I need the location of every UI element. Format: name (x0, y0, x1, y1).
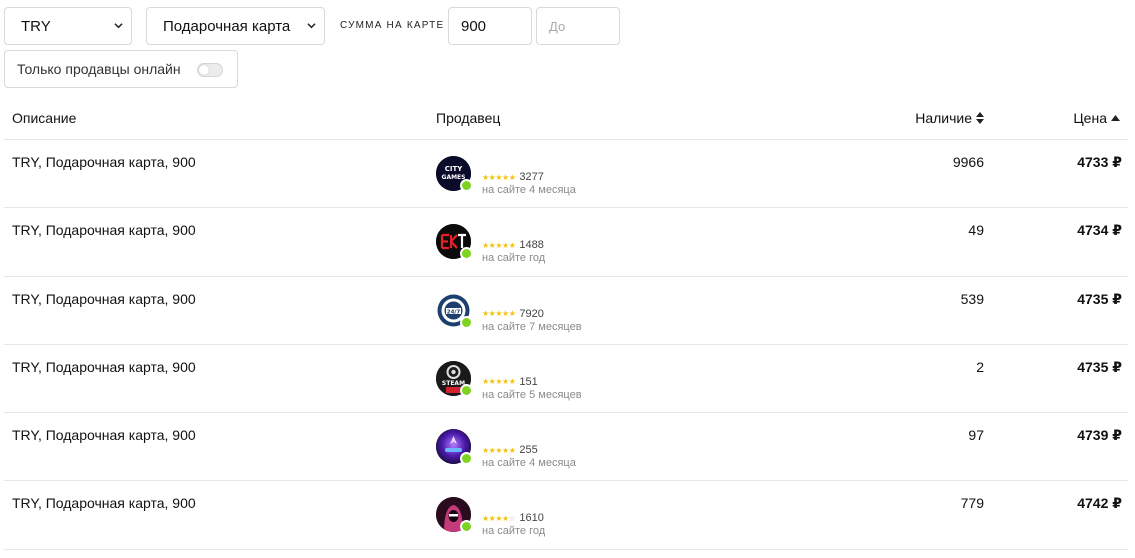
offer-description: TRY, Подарочная карта, 900 (12, 427, 196, 444)
offer-description: TRY, Подарочная карта, 900 (12, 154, 196, 170)
sort-ascending-icon[interactable] (1111, 115, 1120, 121)
table-row[interactable]: TRY, Подарочная карта, 900 STEAM ★★★★★ 1… (4, 345, 1128, 414)
svg-text:24/7: 24/7 (447, 309, 461, 315)
column-header-price-label: Цена (1073, 110, 1107, 126)
chevron-down-icon (307, 23, 316, 29)
stock-value: 49 (968, 222, 984, 239)
stock-value: 2 (976, 358, 984, 375)
online-status-dot (460, 179, 473, 192)
online-sellers-toggle[interactable] (197, 63, 223, 77)
seller-info[interactable]: 24/7 ★★★★★ 7920 на сайте 7 месяцев (436, 292, 636, 333)
stock-value: 539 (960, 290, 984, 307)
seller-since: на сайте год (482, 252, 546, 265)
online-status-dot (460, 383, 473, 397)
star-rating-icon: ★★★★★ (482, 377, 516, 387)
offer-description: TRY, Подарочная карта, 900 (12, 222, 196, 239)
seller-since: на сайте 7 месяцев (482, 320, 582, 333)
seller-since: на сайте 4 месяца (482, 184, 576, 196)
table-row[interactable]: TRY, Подарочная карта, 900 ★★★★☆ 1610 на… (4, 481, 1128, 550)
column-header-seller: Продавец (436, 110, 500, 126)
price-value: 4734 ₽ (1077, 222, 1122, 239)
currency-select[interactable]: TRY (4, 7, 132, 45)
currency-select-value: TRY (21, 17, 51, 35)
online-sellers-label: Только продавцы онлайн (17, 61, 181, 77)
column-header-stock[interactable]: Наличие (915, 110, 984, 126)
offer-description: TRY, Подарочная карта, 900 (12, 358, 196, 375)
column-header-stock-label: Наличие (915, 110, 972, 126)
price-value: 4733 ₽ (1077, 154, 1122, 170)
stock-value: 9966 (952, 154, 984, 170)
offer-description: TRY, Подарочная карта, 900 (12, 290, 196, 307)
online-sellers-filter[interactable]: Только продавцы онлайн (4, 50, 238, 88)
star-rating-icon: ★★★★★ (482, 445, 516, 455)
column-header-seller-label: Продавец (436, 110, 501, 126)
seller-info[interactable]: ★★★★★ 255 на сайте 4 месяца (436, 429, 636, 469)
price-value: 4735 ₽ (1077, 358, 1122, 375)
price-value: 4735 ₽ (1077, 290, 1122, 307)
column-header-description-label: Описание (12, 110, 77, 126)
table-row[interactable]: TRY, Подарочная карта, 900 24/7 ★★★★★ 79… (4, 277, 1128, 345)
seller-rating: ★★★★★ 3277 (482, 171, 544, 183)
online-status-dot (460, 315, 473, 329)
seller-rating: ★★★★★ 255 (482, 444, 538, 456)
seller-since: на сайте 5 месяцев (482, 388, 582, 401)
star-rating-icon: ★★★★★ (482, 240, 516, 250)
offer-description: TRY, Подарочная карта, 900 (12, 495, 196, 512)
reviews-count: 1610 (519, 512, 544, 525)
price-value: 4742 ₽ (1077, 495, 1122, 512)
online-status-dot (460, 247, 473, 261)
stock-value: 97 (968, 427, 984, 444)
seller-info[interactable]: ★★★★☆ 1610 на сайте год (436, 497, 636, 537)
seller-rating: ★★★★☆ 1610 (482, 512, 544, 524)
reviews-count: 7920 (519, 307, 544, 320)
offers-table: Описание Продавец Наличие Цена TRY, Пода… (4, 100, 1128, 550)
sum-to-input[interactable] (536, 7, 620, 45)
seller-info[interactable]: CITY GAMES ★★★★★ 3277 на сайте 4 месяца (436, 156, 636, 196)
table-row[interactable]: TRY, Подарочная карта, 900 CITY GAMES ★★… (4, 140, 1128, 209)
column-header-price[interactable]: Цена (1073, 110, 1120, 126)
seller-rating: ★★★★★ 7920 (482, 308, 544, 320)
seller-since: на сайте год (482, 525, 546, 538)
seller-info[interactable]: ★★★★★ 1488 на сайте год (436, 224, 636, 264)
seller-rating: ★★★★★ 151 (482, 376, 538, 388)
seller-since: на сайте 4 месяца (482, 457, 576, 470)
reviews-count: 3277 (519, 171, 544, 183)
table-row[interactable]: TRY, Подарочная карта, 900 ★★★★★ 255 на … (4, 413, 1128, 482)
table-row[interactable]: TRY, Подарочная карта, 900 ★★★★★ 1488 на… (4, 208, 1128, 277)
toggle-knob (199, 65, 209, 75)
seller-rating: ★★★★★ 1488 (482, 239, 544, 251)
card-sum-label: СУММА НА КАРТЕ (340, 20, 445, 31)
filters-bar: TRY Подарочная карта СУММА НА КАРТЕ Толь… (4, 7, 1134, 91)
star-rating-icon: ★★★★★ (482, 309, 516, 319)
card-type-select-value: Подарочная карта (163, 17, 291, 35)
stock-value: 779 (960, 495, 984, 512)
svg-text:CITY: CITY (445, 165, 464, 173)
reviews-count: 151 (519, 375, 538, 388)
table-header: Описание Продавец Наличие Цена (4, 100, 1128, 140)
reviews-count: 255 (519, 444, 538, 457)
star-rating-icon: ★★★★☆ (482, 513, 516, 523)
price-value: 4739 ₽ (1077, 427, 1122, 444)
sum-from-input[interactable] (448, 7, 532, 45)
star-rating-icon: ★★★★★ (482, 172, 516, 182)
column-header-description: Описание (12, 110, 76, 126)
reviews-count: 1488 (519, 239, 544, 252)
chevron-down-icon (114, 23, 123, 29)
online-status-dot (460, 520, 473, 534)
online-status-dot (460, 452, 473, 466)
sort-both-icon[interactable] (976, 112, 984, 124)
card-type-select[interactable]: Подарочная карта (146, 7, 325, 45)
seller-info[interactable]: STEAM ★★★★★ 151 на сайте 5 месяцев (436, 360, 636, 401)
